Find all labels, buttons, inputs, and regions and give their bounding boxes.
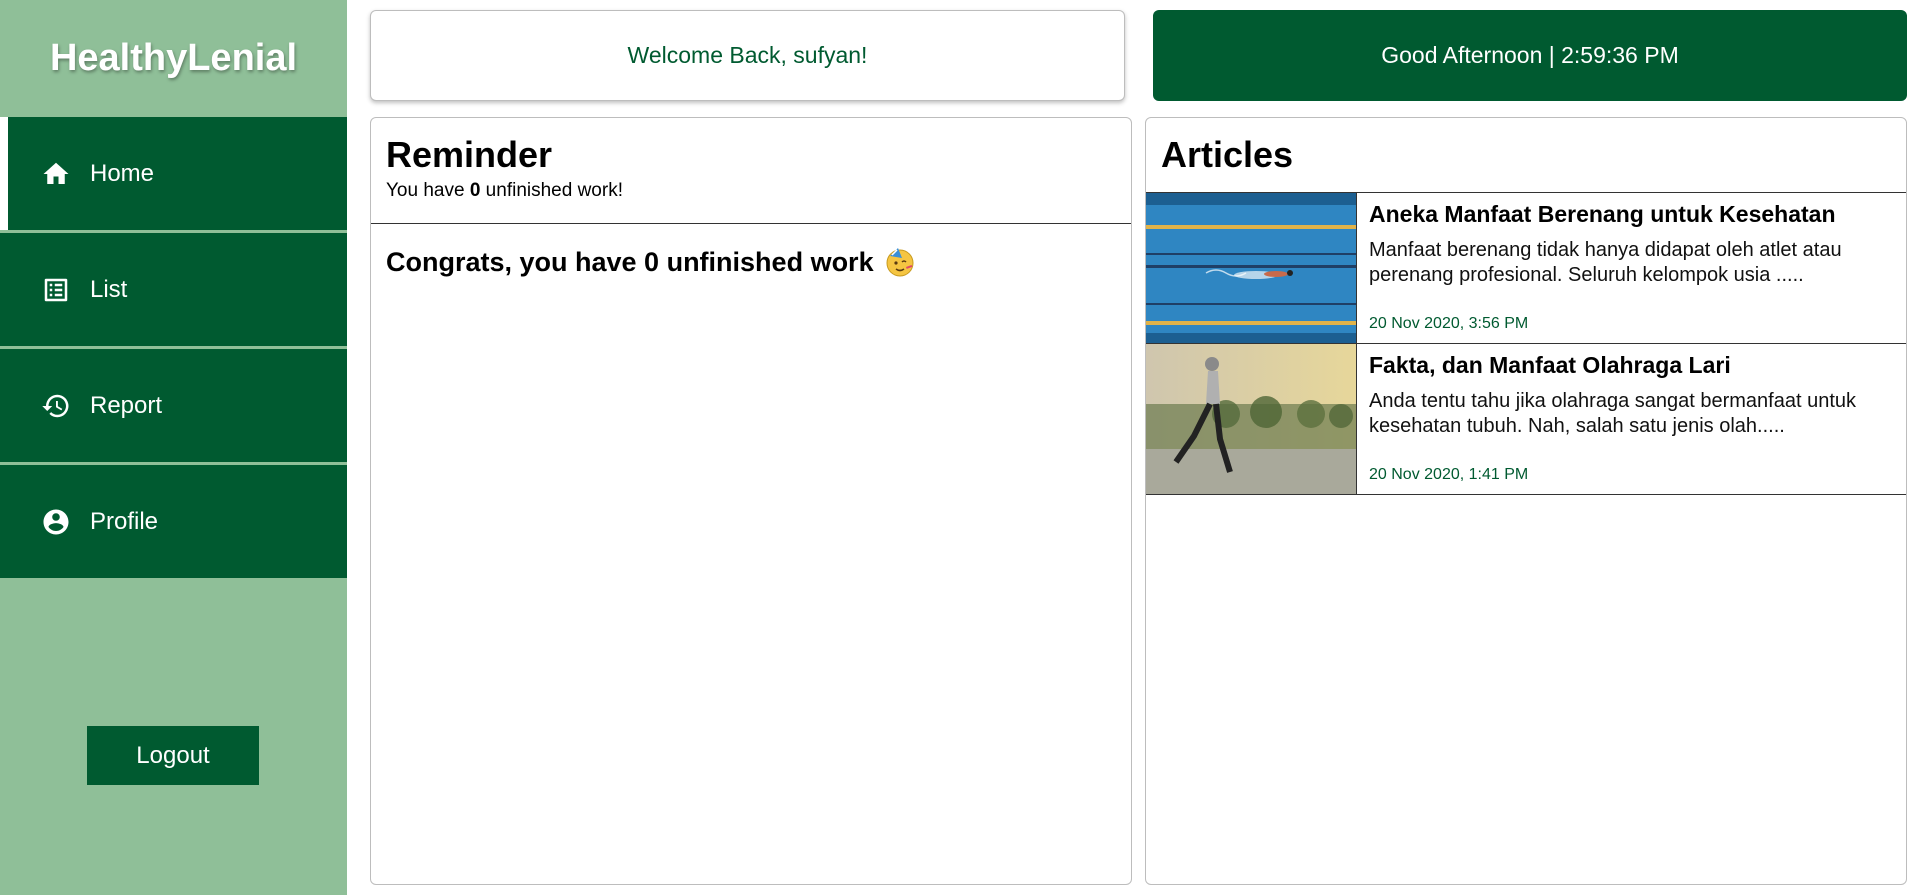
reminder-summary: You have 0 unfinished work! — [386, 180, 1116, 202]
nav-item-label: Profile — [90, 507, 159, 535]
swimmer-photo-image — [1146, 193, 1357, 343]
account-circle-icon — [40, 506, 72, 538]
welcome-banner: Welcome Back, sufyan! — [370, 10, 1125, 101]
article-body: Aneka Manfaat Berenang untuk Kesehatan M… — [1357, 193, 1906, 343]
article-title[interactable]: Aneka Manfaat Berenang untuk Kesehatan — [1369, 201, 1894, 228]
unfinished-count: 0 — [469, 180, 481, 201]
article-body: Fakta, dan Manfaat Olahraga Lari Anda te… — [1357, 344, 1906, 494]
congrats-text: Congrats, you have 0 unfinished work — [386, 246, 874, 277]
articles-panel: Articles Aneka Manfaat Berenang untuk Ke… — [1145, 117, 1907, 885]
article-excerpt: Anda tentu tahu jika olahraga sangat ber… — [1369, 390, 1857, 437]
reminder-title: Reminder — [386, 134, 553, 175]
nav-item-report[interactable]: Report — [0, 349, 347, 462]
logout-button[interactable]: Logout — [87, 726, 259, 785]
reminder-summary-suffix: unfinished work! — [480, 180, 623, 201]
articles-title: Articles — [1161, 134, 1294, 175]
reminder-summary-prefix: You have — [386, 180, 470, 201]
home-icon — [40, 158, 72, 190]
nav-item-home[interactable]: Home — [0, 117, 347, 230]
article-excerpt: Manfaat berenang tidak hanya didapat ole… — [1369, 239, 1842, 286]
nav-item-label: List — [90, 275, 128, 303]
reminder-panel: Reminder You have 0 unfinished work! Con… — [370, 117, 1132, 885]
sidebar: HealthyLenial Home List Report Profile L… — [0, 0, 347, 895]
app-root: HealthyLenial Home List Report Profile L… — [0, 0, 1920, 895]
article-date: 20 Nov 2020, 3:56 PM — [1369, 315, 1529, 332]
nav-item-list[interactable]: List — [0, 233, 347, 346]
congrats-message: Congrats, you have 0 unfinished work — [371, 224, 1131, 300]
article-card[interactable]: Aneka Manfaat Berenang untuk Kesehatan M… — [1146, 193, 1906, 344]
article-card[interactable]: Fakta, dan Manfaat Olahraga Lari Anda te… — [1146, 344, 1906, 495]
runner-photo-image — [1146, 344, 1357, 494]
history-icon — [40, 390, 72, 422]
nav-item-label: Home — [90, 159, 155, 187]
articles-header: Articles — [1146, 118, 1906, 193]
nav-item-label: Report — [90, 391, 163, 419]
brand-logo: HealthyLenial — [49, 37, 298, 79]
article-date: 20 Nov 2020, 1:41 PM — [1369, 466, 1529, 483]
greeting-clock: Good Afternoon | 2:59:36 PM — [1153, 10, 1907, 101]
article-title[interactable]: Fakta, dan Manfaat Olahraga Lari — [1369, 352, 1894, 379]
nav-item-profile[interactable]: Profile — [0, 465, 347, 578]
partying-face-emoji-icon — [884, 246, 916, 278]
reminder-header: Reminder You have 0 unfinished work! — [371, 118, 1131, 224]
list-icon — [40, 274, 72, 306]
